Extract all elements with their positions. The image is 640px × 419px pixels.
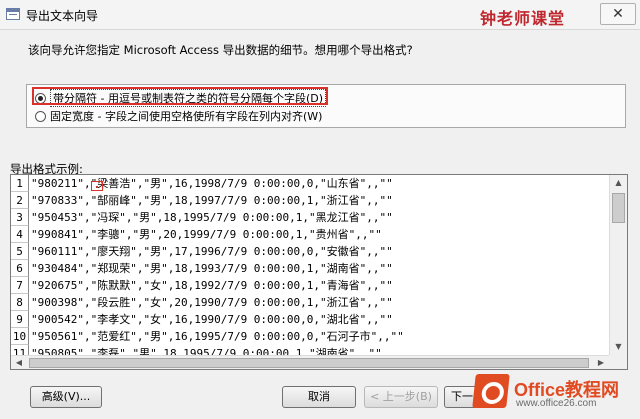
advanced-button[interactable]: 高级(V)... (30, 386, 102, 408)
row-number: 10 (11, 328, 29, 345)
row-text: "920675","陈默默","女",18,1992/7/9 0:00:00,1… (31, 279, 393, 292)
preview-rows: 1 "980211","梁善浩","男",16,1998/7/9 0:00:00,… (11, 175, 609, 355)
row-number: 6 (11, 260, 29, 277)
row-text: "990841","李骢","男",20,1999/7/9 0:00:00,1,… (31, 228, 382, 241)
row-text: "970833","郜丽峰","男",18,1997/7/9 0:00:00,1… (31, 194, 393, 207)
highlight-annotation-box (32, 87, 328, 105)
horizontal-scrollbar[interactable]: ◀ ▶ (11, 355, 609, 369)
row-number: 7 (11, 277, 29, 294)
title-bar: 导出文本向导 钟老师课堂 ✕ (0, 0, 640, 30)
preview-row: 9 "900542","李孝文","女",16,1990/7/9 0:00:00,… (11, 311, 609, 328)
preview-row: 11 "950805","李磊","男",18,1995/7/9 0:00:00,… (11, 345, 609, 355)
preview-row: 4 "990841","李骢","男",20,1999/7/9 0:00:00,1… (11, 226, 609, 243)
row-text: "900398","段云胜","女",20,1990/7/9 0:00:00,1… (31, 296, 393, 309)
scroll-down-arrow-icon[interactable]: ▼ (610, 339, 627, 355)
export-preview: 1 "980211","梁善浩","男",16,1998/7/9 0:00:00,… (10, 174, 628, 370)
row-number: 11 (11, 345, 29, 355)
scroll-left-arrow-icon[interactable]: ◀ (11, 356, 27, 369)
row-text: "950453","冯琛","男",18,1995/7/9 0:00:00,1,… (31, 211, 393, 224)
preview-row: 7 "920675","陈默默","女",18,1992/7/9 0:00:00,… (11, 277, 609, 294)
fixed-width-option[interactable]: 固定宽度 - 字段之间使用空格使所有字段在列内对齐(W) (35, 108, 322, 124)
back-button[interactable]: < 上一步(B) (364, 386, 438, 408)
scroll-up-arrow-icon[interactable]: ▲ (610, 175, 627, 191)
horizontal-scroll-thumb[interactable] (29, 358, 589, 368)
preview-row: 8 "900398","段云胜","女",20,1990/7/9 0:00:00,… (11, 294, 609, 311)
close-button[interactable]: ✕ (600, 3, 636, 25)
logo-url: www.office26.com (516, 398, 597, 409)
row-text: "950561","范爱红","男",16,1995/7/9 0:00:00,0… (31, 330, 404, 343)
scroll-right-arrow-icon[interactable]: ▶ (593, 356, 609, 369)
row-number: 4 (11, 226, 29, 243)
row-text: "930484","郑现荣","男",18,1993/7/9 0:00:00,1… (31, 262, 393, 275)
row-number: 8 (11, 294, 29, 311)
row-text: "950805","李磊","男",18,1995/7/9 0:00:00,1,… (31, 347, 382, 355)
preview-row: 6 "930484","郑现荣","男",18,1993/7/9 0:00:00,… (11, 260, 609, 277)
window-title: 导出文本向导 (26, 9, 99, 23)
preview-row: 5 "960111","廖天翔","男",17,1996/7/9 0:00:00,… (11, 243, 609, 260)
preview-row: 3 "950453","冯琛","男",18,1995/7/9 0:00:00,1… (11, 209, 609, 226)
preview-row: 10 "950561","范爱红","男",16,1995/7/9 0:00:00… (11, 328, 609, 345)
office-logo-icon (472, 374, 510, 408)
preview-row: 2 "970833","郜丽峰","男",18,1997/7/9 0:00:00,… (11, 192, 609, 209)
vertical-scroll-thumb[interactable] (612, 193, 625, 223)
row-number: 2 (11, 192, 29, 209)
vertical-scrollbar[interactable]: ▲ ▼ (609, 175, 627, 355)
fixed-width-radio[interactable] (35, 110, 46, 122)
row-number: 3 (11, 209, 29, 226)
office-logo: Office教程网 www.office26.com (470, 370, 640, 414)
watermark-text: 钟老师课堂 (480, 9, 566, 28)
row-number: 1 (11, 175, 29, 192)
row-text: "960111","廖天翔","男",17,1996/7/9 0:00:00,0… (31, 245, 393, 258)
row-number: 9 (11, 311, 29, 328)
wizard-window-icon (6, 8, 20, 20)
row-number: 5 (11, 243, 29, 260)
scroll-corner (609, 355, 627, 369)
row-text: "980211","梁善浩","男",16,1998/7/9 0:00:00,0… (31, 177, 393, 190)
cancel-button[interactable]: 取消 (282, 386, 356, 408)
wizard-instructions: 该向导允许您指定 Microsoft Access 导出数据的细节。想用哪个导出… (28, 43, 413, 57)
row-text: "900542","李孝文","女",16,1990/7/9 0:00:00,0… (31, 313, 393, 326)
fixed-width-option-label: 固定宽度 - 字段之间使用空格使所有字段在列内对齐(W) (50, 110, 323, 123)
cursor-annotation (91, 181, 103, 191)
